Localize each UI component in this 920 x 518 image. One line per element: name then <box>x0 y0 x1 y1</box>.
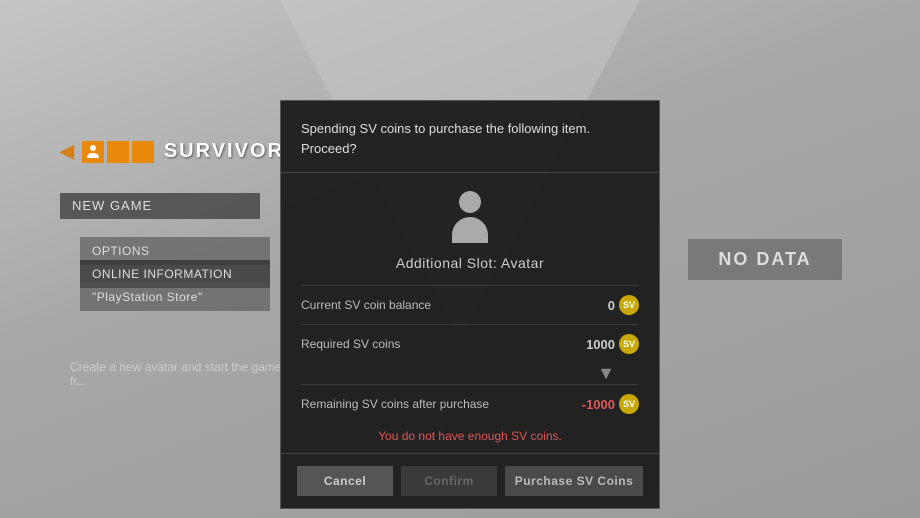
new-game-bar[interactable]: NEW GAME <box>60 193 260 219</box>
sv-coin-badge-2: SV <box>619 334 639 354</box>
avatar-head <box>459 191 481 213</box>
new-game-label: NEW GAME <box>72 198 152 213</box>
icon-box-3 <box>132 141 154 163</box>
confirm-button[interactable]: Confirm <box>401 466 497 496</box>
no-data-box: NO DATA <box>688 239 841 280</box>
modal-rows: Current SV coin balance 0 SV Required SV… <box>281 281 659 453</box>
required-coins-row: Required SV coins 1000 SV <box>301 324 639 363</box>
required-coins-label: Required SV coins <box>301 337 400 351</box>
sidebar-item-playstation-store[interactable]: "PlayStation Store" <box>80 283 270 311</box>
remaining-coins-value: -1000 SV <box>582 394 639 414</box>
sidebar: ◀ SURVIVOR NEW GAME OPTIONS ONLINE INFOR… <box>0 0 290 518</box>
error-message: You do not have enough SV coins. <box>301 423 639 453</box>
arrow-down-icon: ▼ <box>301 363 639 384</box>
current-balance-row: Current SV coin balance 0 SV <box>301 285 639 324</box>
avatar-label: Additional Slot: Avatar <box>396 255 544 271</box>
bottom-description-text: Create a new avatar and start the game f… <box>70 360 281 388</box>
current-balance-number: 0 <box>608 298 615 313</box>
modal-header: Spending SV coins to purchase the follow… <box>281 101 659 173</box>
current-balance-value: 0 SV <box>608 295 639 315</box>
modal-buttons: Cancel Confirm Purchase SV Coins <box>281 453 659 508</box>
modal-title: Spending SV coins to purchase the follow… <box>301 121 590 156</box>
remaining-coins-row: Remaining SV coins after purchase -1000 … <box>301 384 639 423</box>
remaining-coins-label: Remaining SV coins after purchase <box>301 397 489 411</box>
current-balance-label: Current SV coin balance <box>301 298 431 312</box>
sv-coin-badge-1: SV <box>619 295 639 315</box>
survivor-icons <box>82 141 154 163</box>
remaining-coins-number: -1000 <box>582 397 615 412</box>
survivor-header: ◀ SURVIVOR <box>60 140 284 163</box>
bottom-description: Create a new avatar and start the game f… <box>70 360 290 388</box>
online-information-label: ONLINE INFORMATION <box>92 267 232 281</box>
no-data-label: NO DATA <box>718 249 811 269</box>
icon-box-2 <box>107 141 129 163</box>
modal-avatar-area: Additional Slot: Avatar <box>281 173 659 281</box>
avatar-icon <box>442 189 498 245</box>
required-coins-value: 1000 SV <box>586 334 639 354</box>
required-coins-number: 1000 <box>586 337 615 352</box>
sv-coin-badge-3: SV <box>619 394 639 414</box>
chevron-left-icon[interactable]: ◀ <box>60 141 74 162</box>
purchase-modal: Spending SV coins to purchase the follow… <box>280 100 660 509</box>
options-label: OPTIONS <box>92 244 150 258</box>
cancel-button[interactable]: Cancel <box>297 466 393 496</box>
ps-store-label: "PlayStation Store" <box>92 290 203 304</box>
avatar-body <box>452 217 488 243</box>
purchase-sv-coins-button[interactable]: Purchase SV Coins <box>505 466 643 496</box>
icon-person <box>82 141 104 163</box>
survivor-title: SURVIVOR <box>164 140 284 163</box>
